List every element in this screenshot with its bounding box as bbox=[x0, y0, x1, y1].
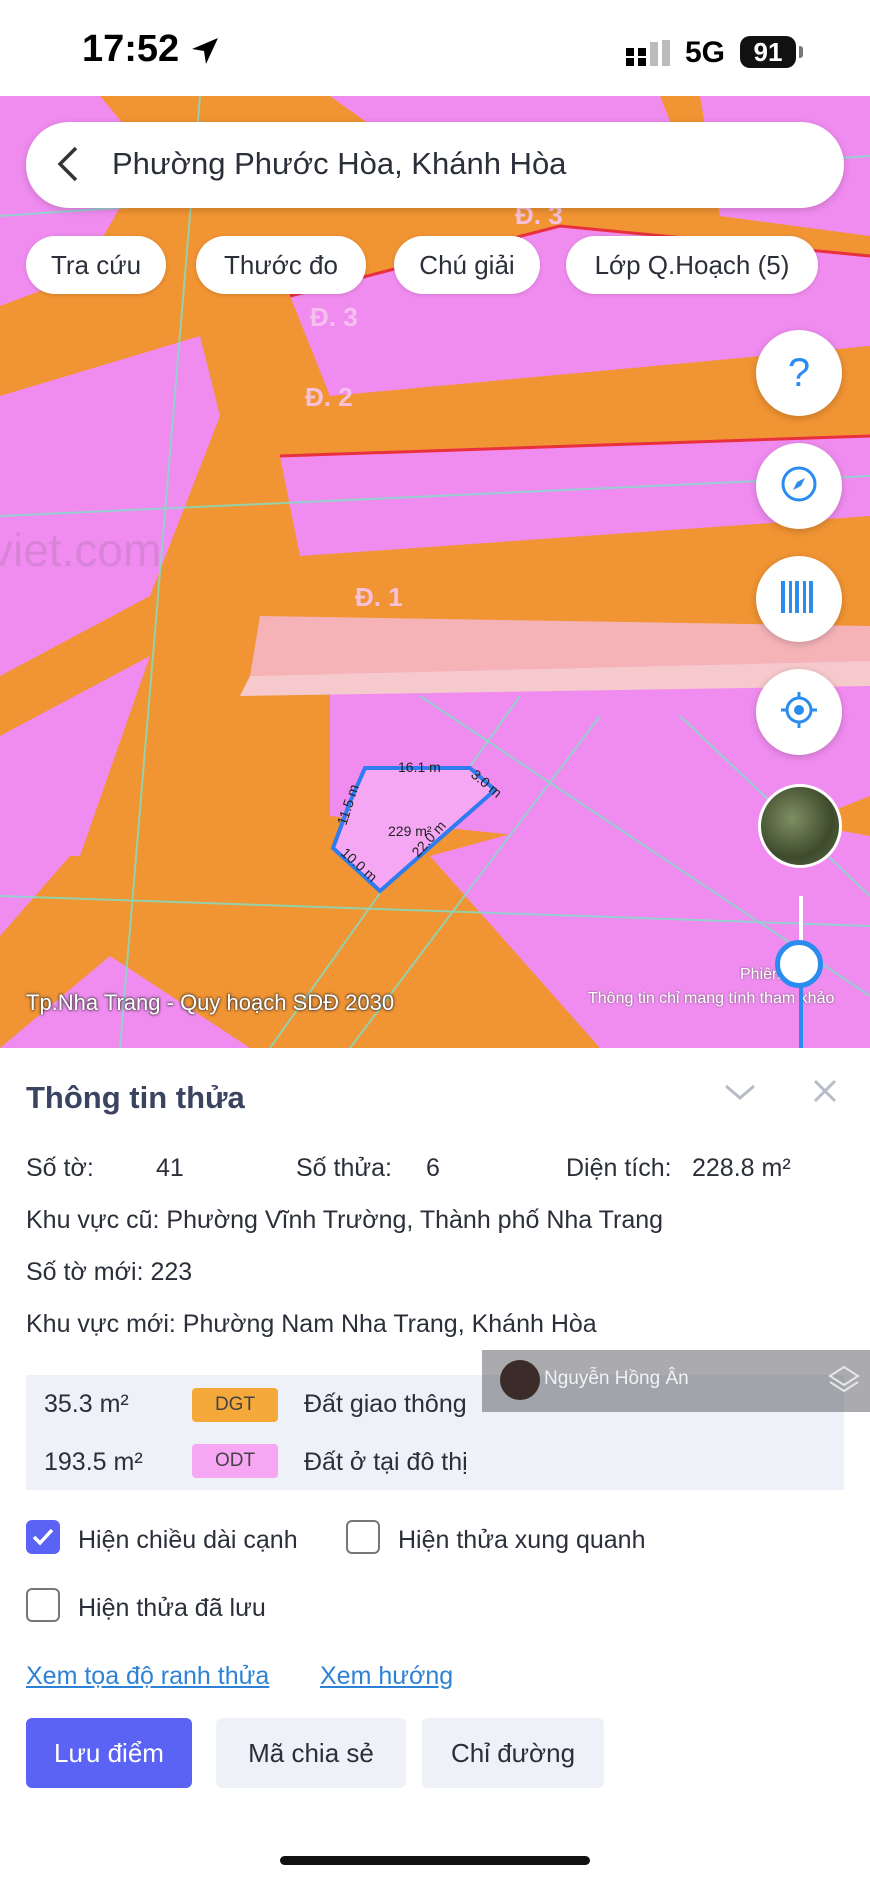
compass-button[interactable] bbox=[756, 443, 842, 529]
checkbox-show-saved[interactable] bbox=[26, 1588, 60, 1622]
checkbox-show-edge-length[interactable] bbox=[26, 1520, 60, 1554]
khu-vuc-moi: Khu vực mới: Phường Nam Nha Trang, Khánh… bbox=[26, 1310, 597, 1338]
checkbox-label[interactable]: Hiện thửa đã lưu bbox=[78, 1594, 266, 1623]
battery-cap bbox=[799, 46, 803, 58]
map-watermark: viet.com bbox=[0, 524, 161, 576]
land-use-code-badge: DGT bbox=[192, 1388, 278, 1422]
satellite-layer-button[interactable] bbox=[758, 784, 842, 868]
share-code-button[interactable]: Mã chia sẻ bbox=[216, 1718, 406, 1788]
save-point-button[interactable]: Lưu điểm bbox=[26, 1718, 192, 1788]
help-button[interactable]: ? bbox=[756, 330, 842, 416]
checkbox-label[interactable]: Hiện chiều dài cạnh bbox=[78, 1526, 298, 1555]
locate-button[interactable] bbox=[756, 669, 842, 755]
opacity-slider-knob[interactable] bbox=[775, 940, 823, 988]
land-use-code-badge: ODT bbox=[192, 1444, 278, 1478]
road-label: Đ. 2 bbox=[305, 382, 353, 412]
checkbox-label[interactable]: Hiện thửa xung quanh bbox=[398, 1526, 645, 1555]
land-use-name: Đất giao thông bbox=[304, 1390, 467, 1418]
dien-tich-label: Diện tích: bbox=[566, 1154, 672, 1182]
land-use-name: Đất ở tại đô thị bbox=[304, 1448, 468, 1476]
dien-tich-value: 228.8 m² bbox=[692, 1154, 791, 1182]
link-view-direction[interactable]: Xem hướng bbox=[320, 1662, 453, 1691]
road-label: Đ. 3 bbox=[310, 302, 358, 332]
khu-vuc-cu: Khu vực cũ: Phường Vĩnh Trường, Thành ph… bbox=[26, 1206, 664, 1234]
watermark-user-name: Nguyễn Hồng Ân bbox=[544, 1368, 689, 1389]
so-to-moi: Số tờ mới: 223 bbox=[26, 1258, 193, 1286]
link-view-boundary-coords[interactable]: Xem tọa độ ranh thửa bbox=[26, 1662, 269, 1691]
panel-title: Thông tin thửa bbox=[26, 1080, 245, 1115]
chevron-down-icon[interactable] bbox=[722, 1080, 758, 1109]
location-arrow-icon bbox=[190, 36, 220, 71]
layers-icon bbox=[828, 1364, 860, 1401]
disclaimer: Thông tin chỉ mang tính tham khảo bbox=[588, 990, 835, 1007]
signal-icon bbox=[626, 40, 674, 71]
search-query[interactable]: Phường Phước Hòa, Khánh Hòa bbox=[112, 146, 566, 182]
so-thua-label: Số thửa: bbox=[296, 1154, 392, 1182]
land-use-area: 35.3 m² bbox=[44, 1390, 129, 1418]
layer-label: Tp.Nha Trang - Quy hoạch SDĐ 2030 bbox=[26, 990, 395, 1015]
back-arrow-icon[interactable] bbox=[54, 144, 82, 189]
so-to-label: Số tờ: bbox=[26, 1154, 94, 1182]
chip-tra-cuu[interactable]: Tra cứu bbox=[26, 236, 166, 294]
help-icon: ? bbox=[787, 350, 811, 395]
home-indicator bbox=[280, 1856, 590, 1865]
search-bar[interactable]: Phường Phước Hòa, Khánh Hòa bbox=[26, 122, 844, 208]
chip-lop-quy-hoach[interactable]: Lớp Q.Hoạch (5) bbox=[566, 236, 818, 294]
barcode-button[interactable] bbox=[756, 556, 842, 642]
chip-chu-giai[interactable]: Chú giải bbox=[394, 236, 540, 294]
plot-area-label: 229 m² bbox=[388, 823, 432, 839]
avatar bbox=[500, 1360, 540, 1400]
directions-button[interactable]: Chỉ đường bbox=[422, 1718, 604, 1788]
battery-icon: 91 bbox=[740, 36, 796, 68]
locate-icon bbox=[779, 690, 819, 735]
network-type: 5G bbox=[685, 36, 726, 69]
so-thua-value: 6 bbox=[426, 1154, 440, 1182]
close-icon[interactable] bbox=[812, 1078, 838, 1109]
status-bar: 17:52 5G 91 bbox=[0, 0, 870, 96]
edge-length: 16.1 m bbox=[398, 759, 441, 775]
clock: 17:52 bbox=[82, 28, 180, 70]
user-watermark: Nguyễn Hồng Ân bbox=[482, 1350, 870, 1412]
chip-thuoc-do[interactable]: Thước đo bbox=[196, 236, 366, 294]
checkbox-show-neighbors[interactable] bbox=[346, 1520, 380, 1554]
land-use-area: 193.5 m² bbox=[44, 1448, 143, 1476]
so-to-value: 41 bbox=[156, 1154, 184, 1182]
compass-icon bbox=[780, 465, 818, 508]
road-label: Đ. 1 bbox=[355, 582, 403, 612]
barcode-icon bbox=[781, 580, 817, 618]
